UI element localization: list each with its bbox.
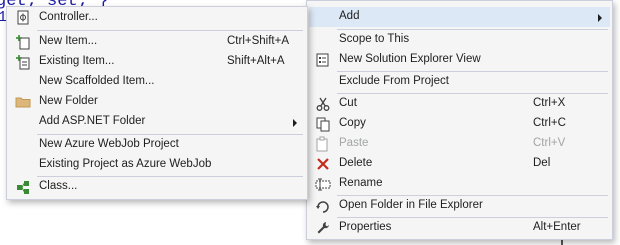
solution-explorer-context-menu: Add Scope to This New Solution Explorer … (306, 0, 613, 240)
menu-item-label: New Solution Explorer View (339, 53, 481, 65)
submenu-arrow-icon (293, 119, 297, 127)
menu-item-shortcut: Ctrl+X (533, 97, 566, 109)
menu-item-shortcut: Ctrl+Shift+A (227, 35, 289, 47)
menu-item-label: Controller... (39, 11, 98, 23)
wrench-icon (315, 220, 331, 236)
menu-item-label: Paste (339, 137, 369, 149)
menu-item-label: Copy (339, 117, 366, 129)
existing-item-icon (15, 54, 31, 70)
menu-item-shortcut: Ctrl+C (533, 117, 566, 129)
menu-item-cut[interactable]: Cut Ctrl+X (309, 94, 610, 114)
menu-item-label: Properties (339, 221, 392, 233)
solution-explorer-icon (315, 52, 331, 68)
menu-item-shortcut: Del (533, 157, 551, 169)
menu-item-new-solution-explorer-view[interactable]: New Solution Explorer View (309, 50, 610, 70)
menu-separator (37, 30, 303, 31)
rename-icon (315, 176, 331, 192)
menu-item-label: Open Folder in File Explorer (339, 199, 483, 211)
menu-item-new-scaffolded-item[interactable]: New Scaffolded Item... (9, 72, 305, 92)
menu-item-rename[interactable]: Rename (309, 174, 610, 194)
menu-item-label: Exclude From Project (339, 75, 449, 87)
menu-item-scope-to-this[interactable]: Scope to This (309, 30, 610, 50)
menu-item-shortcut: Ctrl+V (533, 137, 566, 149)
menu-item-label: Existing Item... (39, 55, 115, 67)
menu-item-existing-project-as-azure-webjob[interactable]: Existing Project as Azure WebJob (9, 155, 305, 175)
menu-item-label: New Folder (39, 95, 98, 107)
menu-item-label: Add ASP.NET Folder (39, 115, 146, 127)
menu-item-open-folder-in-file-explorer[interactable]: Open Folder in File Explorer (309, 196, 610, 216)
menu-item-label: New Scaffolded Item... (39, 75, 155, 87)
menu-item-label: Cut (339, 97, 357, 109)
menu-item-paste[interactable]: Paste Ctrl+V (309, 134, 610, 154)
menu-item-label: Rename (339, 177, 383, 189)
menu-item-properties[interactable]: Properties Alt+Enter (309, 218, 610, 238)
paste-icon (315, 136, 331, 152)
menu-item-exclude-from-project[interactable]: Exclude From Project (309, 72, 610, 92)
menu-item-label: Delete (339, 157, 373, 169)
open-folder-icon (315, 198, 331, 214)
menu-item-new-item[interactable]: New Item... Ctrl+Shift+A (9, 32, 305, 52)
new-item-icon (15, 34, 31, 50)
menu-item-label: Scope to This (339, 33, 410, 45)
menu-item-shortcut: Alt+Enter (533, 221, 581, 233)
delete-icon (315, 156, 331, 172)
menu-item-new-azure-webjob-project[interactable]: New Azure WebJob Project (9, 135, 305, 155)
menu-item-controller[interactable]: Controller... (9, 8, 305, 28)
menu-item-shortcut: Shift+Alt+A (227, 55, 285, 67)
copy-icon (315, 116, 331, 132)
menu-item-label: New Azure WebJob Project (39, 138, 179, 150)
controller-icon (15, 10, 31, 26)
menu-item-add-aspnet-folder[interactable]: Add ASP.NET Folder (9, 112, 305, 132)
add-submenu: Controller... New Item... Ctrl+Shift+A E… (6, 6, 308, 200)
menu-item-add[interactable]: Add (309, 7, 610, 27)
menu-item-label: Add (339, 10, 360, 22)
menu-item-label: Class... (39, 180, 78, 192)
menu-item-class[interactable]: Class... (9, 177, 305, 197)
menu-item-copy[interactable]: Copy Ctrl+C (309, 114, 610, 134)
menu-item-label: New Item... (39, 35, 98, 47)
submenu-arrow-icon (598, 14, 602, 22)
folder-icon (15, 94, 31, 110)
class-icon (15, 179, 31, 195)
menu-item-label: Existing Project as Azure WebJob (39, 158, 212, 170)
scissors-icon (315, 96, 331, 112)
menu-item-new-folder[interactable]: New Folder (9, 92, 305, 112)
menu-item-delete[interactable]: Delete Del (309, 154, 610, 174)
menu-item-existing-item[interactable]: Existing Item... Shift+Alt+A (9, 52, 305, 72)
